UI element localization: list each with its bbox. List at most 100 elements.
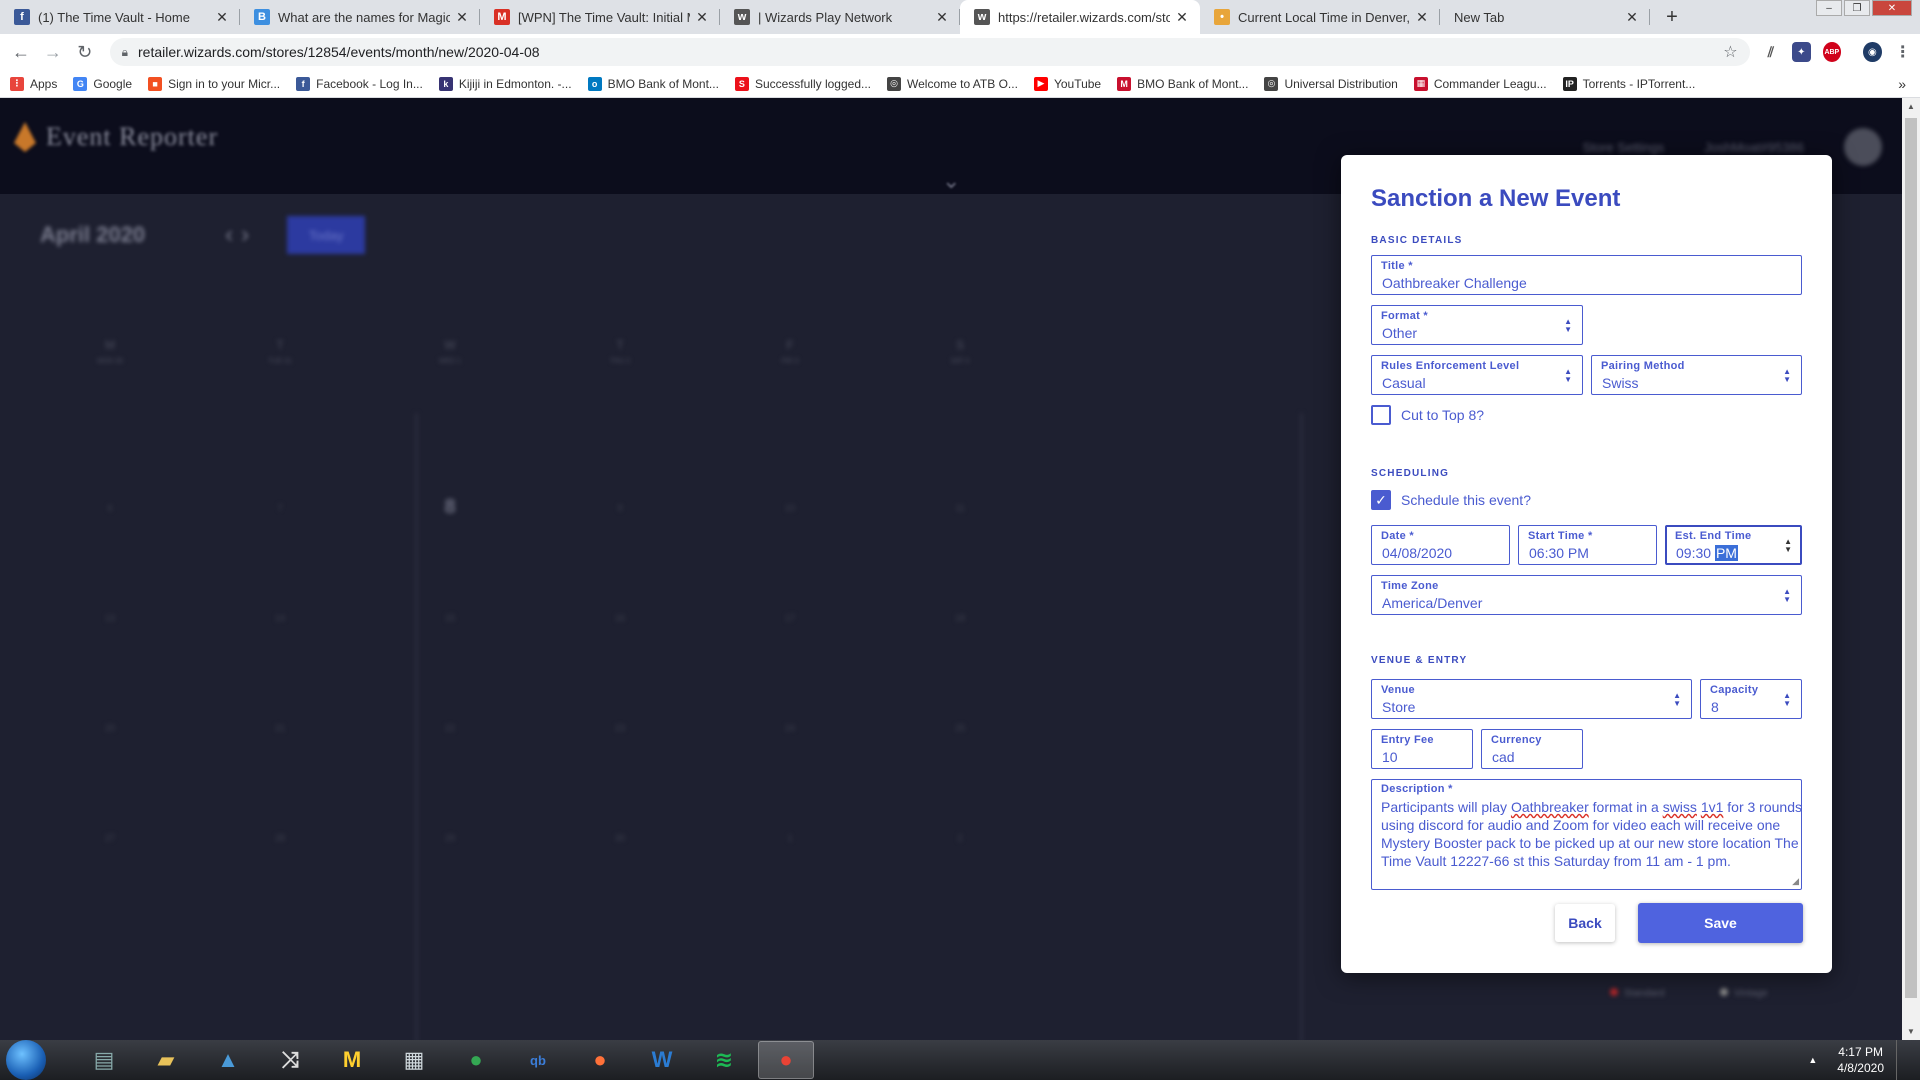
schedule-event-checkbox[interactable]: ✓ [1371, 490, 1391, 510]
calendar-day-number[interactable]: 24 [780, 723, 800, 733]
entry-fee-input[interactable]: Entry Fee 10 [1371, 729, 1473, 769]
calendar-day-number[interactable]: 7 [270, 503, 290, 513]
folder-taskbar-icon[interactable]: ▰ [138, 1041, 194, 1079]
scrollbar-thumb[interactable] [1905, 118, 1917, 998]
date-input[interactable]: Date * 04/08/2020 [1371, 525, 1510, 565]
close-window-icon[interactable]: ✕ [1872, 0, 1912, 16]
schedule-event-row[interactable]: ✓ Schedule this event? [1371, 490, 1531, 510]
start-time-input[interactable]: Start Time * 06:30 PM [1518, 525, 1657, 565]
chevron-down-icon[interactable]: ⌄ [942, 168, 960, 194]
pairing-method-select[interactable]: Pairing Method Swiss ▲ ▼ [1591, 355, 1802, 395]
minimize-icon[interactable]: – [1816, 0, 1842, 16]
tray-expand-icon[interactable]: ▲ [1808, 1055, 1817, 1065]
extension-puzzle-icon[interactable]: ✦ [1792, 42, 1811, 62]
calendar-day-number[interactable]: 10 [780, 503, 800, 513]
bookmark-item[interactable]: k Kijiji in Edmonton. -... [438, 76, 572, 91]
calendar-day-number[interactable]: 2 [950, 833, 970, 843]
today-button[interactable]: Today [287, 216, 366, 254]
address-bar[interactable]: 🔒︎ retailer.wizards.com/stores/12854/eve… [109, 38, 1750, 66]
store-settings-link[interactable]: Store Settings [1583, 140, 1665, 155]
show-desktop-button[interactable] [1896, 1040, 1906, 1080]
browser-tab[interactable]: New Tab ✕ [1440, 0, 1650, 34]
browser-tab[interactable]: w | Wizards Play Network ✕ [720, 0, 960, 34]
app-drop-taskbar-icon[interactable]: ▲ [200, 1041, 256, 1079]
extension-icon[interactable]: ⫽ [1762, 42, 1780, 62]
chrome-active-taskbar-icon[interactable]: ● [758, 1041, 814, 1079]
calendar-day-number[interactable]: 11 [950, 503, 970, 513]
browser-tab[interactable]: M [WPN] The Time Vault: Initial My ✕ [480, 0, 720, 34]
bookmark-item[interactable]: o BMO Bank of Mont... [587, 76, 719, 91]
end-time-ampm-selected[interactable]: PM [1714, 545, 1738, 561]
calendar-day-number[interactable]: 9 [610, 503, 630, 513]
new-tab-plus-icon[interactable]: + [1658, 3, 1686, 31]
brand-logo[interactable]: Event Reporter [14, 122, 218, 152]
avatar[interactable] [1844, 128, 1882, 166]
tab-close-icon[interactable]: ✕ [934, 9, 950, 26]
bookmark-star-icon[interactable]: ☆ [1723, 42, 1737, 62]
calendar-day-number[interactable]: 17 [780, 613, 800, 623]
username-link[interactable]: JoshMoat#95386 [1704, 140, 1804, 155]
word-taskbar-icon[interactable]: W [634, 1041, 690, 1079]
shuffle-taskbar-icon[interactable]: ⤨ [262, 1041, 318, 1079]
calendar-day-number[interactable]: 27 [100, 833, 120, 843]
end-time-input[interactable]: Est. End Time 09:30 PM ▲ ▼ [1665, 525, 1802, 565]
calendar-day-number[interactable]: 16 [610, 613, 630, 623]
calendar-day-number[interactable]: 25 [950, 723, 970, 733]
resize-handle-icon[interactable]: ◢ [1792, 876, 1799, 887]
bookmark-item[interactable]: ▶ YouTube [1033, 76, 1101, 91]
bookmark-item[interactable]: IP Torrents - IPTorrent... [1562, 76, 1695, 91]
bookmark-item[interactable]: ■ Sign in to your Micr... [148, 76, 280, 91]
rules-enforcement-select[interactable]: Rules Enforcement Level Casual ▲ ▼ [1371, 355, 1583, 395]
calendar-day-number[interactable]: 14 [270, 613, 290, 623]
spotify-taskbar-icon[interactable]: ≋ [696, 1041, 752, 1079]
bookmarks-overflow-icon[interactable]: » [1898, 76, 1906, 92]
miro-taskbar-icon[interactable]: M [324, 1041, 380, 1079]
bookmark-item[interactable]: ◎ Universal Distribution [1264, 76, 1398, 91]
tab-close-icon[interactable]: ✕ [694, 9, 710, 26]
bookmark-item[interactable]: S Successfully logged... [734, 76, 871, 91]
tab-close-icon[interactable]: ✕ [1414, 9, 1430, 26]
tab-close-icon[interactable]: ✕ [454, 9, 470, 26]
timezone-select[interactable]: Time Zone America/Denver ▲ ▼ [1371, 575, 1802, 615]
calendar-day-number[interactable]: 23 [610, 723, 630, 733]
back-button[interactable]: Back [1555, 904, 1615, 942]
scroll-up-icon[interactable]: ▲ [1902, 102, 1920, 111]
calendar-prev-next-icon[interactable]: ‹› [225, 221, 257, 249]
calendar-day-number[interactable]: 30 [610, 833, 630, 843]
page-scrollbar[interactable]: ▲ ▼ [1902, 98, 1920, 1040]
calendar-day-number[interactable]: 6 [100, 503, 120, 513]
calendar-day-number[interactable]: 8 [440, 496, 460, 519]
time-spinner-icon[interactable]: ▲ ▼ [1784, 538, 1792, 554]
description-textarea[interactable]: Description * Participants will play Oat… [1371, 779, 1802, 890]
venue-select[interactable]: Venue Store ▲ ▼ [1371, 679, 1692, 719]
format-select[interactable]: Format * Other ▲ ▼ [1371, 305, 1583, 345]
calendar-day-number[interactable]: 15 [440, 613, 460, 623]
clock[interactable]: 4:17 PM 4/8/2020 [1837, 1044, 1884, 1076]
tab-close-icon[interactable]: ✕ [1174, 9, 1190, 26]
browser-tab[interactable]: B What are the names for Magic's ✕ [240, 0, 480, 34]
cut-top8-checkbox[interactable] [1371, 405, 1391, 425]
chrome-taskbar-icon[interactable]: ● [448, 1041, 504, 1079]
bookmark-item[interactable]: M BMO Bank of Mont... [1117, 76, 1248, 91]
calendar-day-number[interactable]: 29 [440, 833, 460, 843]
restore-icon[interactable]: ❐ [1844, 0, 1870, 16]
cut-top8-row[interactable]: Cut to Top 8? [1371, 405, 1484, 425]
back-arrow-icon[interactable]: ← [8, 38, 34, 66]
bookmark-item[interactable]: f Facebook - Log In... [296, 76, 423, 91]
chrome-menu-icon[interactable]: ⋮ [1894, 42, 1912, 62]
scroll-down-icon[interactable]: ▼ [1902, 1027, 1920, 1036]
calendar-day-number[interactable]: 28 [270, 833, 290, 843]
calendar-day-number[interactable]: 21 [270, 723, 290, 733]
bookmark-item[interactable]: ◎ Welcome to ATB O... [887, 76, 1018, 91]
tab-close-icon[interactable]: ✕ [1624, 9, 1640, 26]
calendar-day-number[interactable]: 18 [950, 613, 970, 623]
reload-icon[interactable]: ↻ [72, 38, 98, 66]
windows-start-icon[interactable] [6, 1040, 46, 1080]
tab-close-icon[interactable]: ✕ [214, 9, 230, 26]
bookmark-item[interactable]: ⋮ Apps [10, 76, 57, 91]
browser-tab[interactable]: f (1) The Time Vault - Home ✕ [0, 0, 240, 34]
bookmark-item[interactable]: ▦ Commander Leagu... [1413, 76, 1547, 91]
browser-tab[interactable]: w https://retailer.wizards.com/store ✕ [960, 0, 1200, 34]
profile-avatar-icon[interactable]: ◉ [1863, 42, 1882, 62]
capacity-select[interactable]: Capacity 8 ▲ ▼ [1700, 679, 1802, 719]
